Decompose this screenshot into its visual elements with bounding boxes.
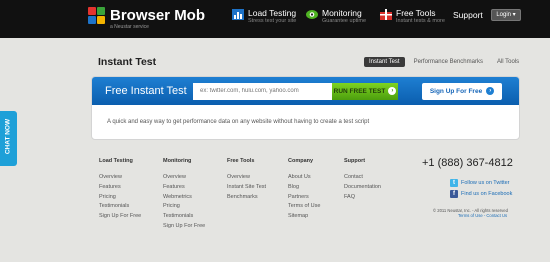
footer-link[interactable]: Sign Up For Free: [99, 212, 141, 222]
login-label: Login: [496, 12, 511, 18]
nav-title: Monitoring: [322, 8, 362, 18]
subtabs: Instant Test Performance Benchmarks All …: [364, 57, 524, 67]
bar-chart-icon: [232, 9, 244, 20]
footer-col-monitoring: Monitoring Overview Features Webmetrics …: [163, 158, 205, 232]
footer-link[interactable]: Sign Up For Free: [163, 222, 205, 232]
footer-link[interactable]: Features: [99, 183, 141, 193]
footer-link[interactable]: Instant Site Test: [227, 183, 266, 193]
login-button[interactable]: Login ▾: [491, 9, 521, 21]
brand-name: Browser Mob: [110, 7, 206, 24]
test-form-band: Free Instant Test RUN FREE TEST › Sign U…: [92, 77, 519, 105]
tab-all-tools[interactable]: All Tools: [492, 57, 524, 67]
nav-item-free-tools[interactable]: Free Tools Instant tests & more: [380, 8, 445, 25]
tab-performance-benchmarks[interactable]: Performance Benchmarks: [409, 57, 488, 67]
panel-title: Free Instant Test: [105, 85, 187, 97]
twitter-link[interactable]: t Follow us on Twitter: [450, 179, 510, 187]
twitter-label: Follow us on Twitter: [461, 180, 510, 186]
page-title: Instant Test: [98, 56, 157, 68]
footer-col-free-tools: Free Tools Overview Instant Site Test Be…: [227, 158, 266, 202]
sign-up-button[interactable]: Sign Up For Free ›: [422, 82, 502, 100]
phone-number: +1 (888) 367-4812: [422, 157, 513, 169]
url-input[interactable]: [193, 82, 332, 100]
tab-instant-test[interactable]: Instant Test: [364, 57, 405, 67]
footer-col-load-testing: Load Testing Overview Features Pricing T…: [99, 158, 141, 222]
footer-link[interactable]: Overview: [163, 173, 205, 183]
nav-title: Free Tools: [396, 8, 436, 18]
footer-link[interactable]: Features: [163, 183, 205, 193]
footer-heading: Company: [288, 158, 314, 164]
eye-icon: [306, 10, 318, 19]
nav-subtitle: Stress test your site: [248, 18, 297, 24]
footer-heading: Monitoring: [163, 158, 192, 164]
footer-heading: Free Tools: [227, 158, 255, 164]
footer-link[interactable]: Terms of Use: [288, 202, 320, 212]
footer-link[interactable]: Blog: [288, 183, 320, 193]
logo-mark-icon: [88, 7, 105, 24]
footer-link[interactable]: About Us: [288, 173, 320, 183]
footer-link[interactable]: Benchmarks: [227, 193, 266, 203]
legal-links[interactable]: Terms of Use - Contact Us: [458, 213, 507, 218]
nav-subtitle: Instant tests & more: [396, 18, 445, 24]
nav-item-load-testing[interactable]: Load Testing Stress test your site: [232, 8, 296, 25]
footer-link[interactable]: Pricing: [163, 202, 205, 212]
footer-link[interactable]: Partners: [288, 193, 320, 203]
facebook-link[interactable]: f Find us on Facebook: [450, 190, 512, 198]
support-link[interactable]: Support: [453, 10, 483, 20]
footer-link[interactable]: Sitemap: [288, 212, 320, 222]
chat-label: CHAT NOW: [4, 118, 12, 155]
twitter-icon: t: [450, 179, 458, 187]
browsermob-logo[interactable]: Browser Mob a Neustar service: [88, 7, 206, 30]
nav-title: Load Testing: [248, 8, 297, 18]
footer-heading: Support: [344, 158, 366, 164]
footer-link[interactable]: Pricing: [99, 193, 141, 203]
gift-icon: [380, 9, 392, 20]
footer-link[interactable]: Contact: [344, 173, 381, 183]
top-nav-bar: Browser Mob a Neustar service Load Testi…: [0, 0, 550, 38]
footer-link[interactable]: Webmetrics: [163, 193, 205, 203]
footer-link[interactable]: Testimonials: [99, 202, 141, 212]
run-free-test-button[interactable]: RUN FREE TEST ›: [332, 82, 398, 100]
signup-label: Sign Up For Free: [429, 87, 483, 95]
panel-description: A quick and easy way to get performance …: [107, 119, 370, 125]
run-label: RUN FREE TEST: [333, 87, 386, 95]
footer-link[interactable]: FAQ: [344, 193, 381, 203]
footer-link[interactable]: Overview: [227, 173, 266, 183]
brand-tagline: a Neustar service: [110, 24, 149, 30]
footer-link[interactable]: Overview: [99, 173, 141, 183]
facebook-icon: f: [450, 190, 458, 198]
arrow-right-icon: ›: [486, 87, 495, 95]
footer-col-support: Support Contact Documentation FAQ: [344, 158, 381, 202]
arrow-right-icon: ›: [388, 87, 397, 95]
chat-now-tab[interactable]: CHAT NOW: [0, 111, 17, 166]
nav-subtitle: Guarantee uptime: [322, 18, 367, 24]
facebook-label: Find us on Facebook: [461, 191, 513, 197]
footer-link[interactable]: Testimonials: [163, 212, 205, 222]
instant-test-panel: Free Instant Test RUN FREE TEST › Sign U…: [91, 76, 520, 140]
footer-col-company: Company About Us Blog Partners Terms of …: [288, 158, 320, 222]
footer-heading: Load Testing: [99, 158, 133, 164]
footer-link[interactable]: Documentation: [344, 183, 381, 193]
nav-item-monitoring[interactable]: Monitoring Guarantee uptime: [306, 8, 366, 25]
